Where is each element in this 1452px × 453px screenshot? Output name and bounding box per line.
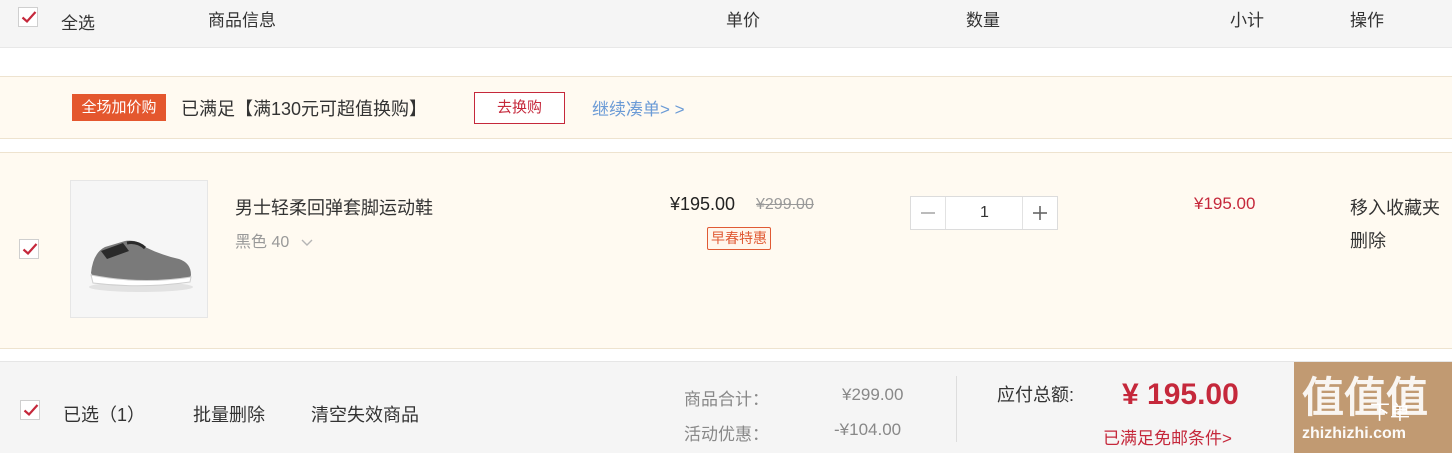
column-header-quantity: 数量 — [966, 11, 1000, 30]
promo-badge: 早春特惠 — [707, 227, 771, 250]
promo-text: 已满足【满130元可超值换购】 — [181, 99, 428, 119]
quantity-decrease-button[interactable] — [911, 197, 946, 229]
payable-label: 应付总额: — [997, 385, 1075, 405]
exchange-button[interactable]: 去换购 — [474, 92, 565, 124]
discount-label: 活动优惠： — [684, 425, 769, 444]
goods-total-label: 商品合计： — [684, 390, 769, 409]
goods-total-value: ¥299.00 — [842, 385, 904, 404]
item-subtotal: ¥195.00 — [1194, 194, 1256, 213]
cart-item-row: 男士轻柔回弹套脚运动鞋 黑色 40 ¥195.00 ¥299.00 早春特惠 1… — [0, 152, 1452, 349]
watermark-url: zhizhizhi.com — [1302, 425, 1406, 442]
select-all-label[interactable]: 全选 — [61, 9, 95, 34]
batch-delete-link[interactable]: 批量删除 — [193, 401, 265, 427]
column-header-subtotal: 小计 — [1230, 11, 1264, 30]
shoe-image — [89, 240, 193, 292]
clear-invalid-link[interactable]: 清空失效商品 — [311, 401, 419, 427]
column-header-info: 商品信息 — [208, 11, 276, 30]
select-all-checkbox[interactable] — [18, 7, 38, 27]
discount-value: -¥104.00 — [834, 420, 902, 439]
product-thumbnail[interactable] — [70, 180, 208, 318]
payable-total: ¥ 195.00 — [1122, 378, 1239, 411]
delete-item-link[interactable]: 删除 — [1350, 227, 1386, 253]
unit-price: ¥195.00 — [670, 194, 736, 214]
chevron-down-icon — [301, 239, 313, 246]
column-header-action: 操作 — [1350, 11, 1384, 30]
selected-count: 已选（1） — [63, 405, 146, 425]
quantity-stepper: 1 — [910, 196, 1058, 230]
promo-tag: 全场加价购 — [72, 94, 166, 121]
cart-header: 全选 商品信息 单价 数量 小计 操作 — [0, 0, 1452, 48]
quantity-input[interactable]: 1 — [946, 197, 1023, 229]
product-name[interactable]: 男士轻柔回弹套脚运动鞋 — [235, 194, 433, 220]
minus-icon — [921, 212, 935, 214]
free-shipping-link[interactable]: 已满足免邮条件> — [1103, 424, 1232, 449]
product-spec-selector[interactable]: 黑色 40 — [235, 228, 314, 252]
original-price: ¥299.00 — [756, 196, 814, 213]
column-header-price: 单价 — [726, 11, 760, 30]
plus-icon — [1033, 206, 1047, 220]
watermark-brand: 值值值 — [1302, 374, 1429, 421]
promo-bar: 全场加价购 已满足【满130元可超值换购】 去换购 继续凑单> > — [0, 76, 1452, 139]
item-checkbox[interactable] — [19, 239, 39, 259]
move-to-favorites-link[interactable]: 移入收藏夹 — [1350, 194, 1440, 220]
footer-select-all-checkbox[interactable] — [20, 400, 40, 420]
footer-divider — [956, 376, 957, 442]
checkout-button[interactable]: 下单 值值值 zhizhizhi.com — [1294, 362, 1452, 453]
checkmark-icon — [21, 11, 37, 24]
quantity-increase-button[interactable] — [1022, 197, 1057, 229]
product-spec-text: 黑色 40 — [235, 234, 290, 251]
checkmark-icon — [23, 404, 39, 417]
checkmark-icon — [22, 243, 38, 256]
cart-footer: 已选（1） 批量删除 清空失效商品 商品合计： ¥299.00 活动优惠： -¥… — [0, 361, 1452, 453]
continue-shopping-link[interactable]: 继续凑单> > — [592, 95, 685, 120]
